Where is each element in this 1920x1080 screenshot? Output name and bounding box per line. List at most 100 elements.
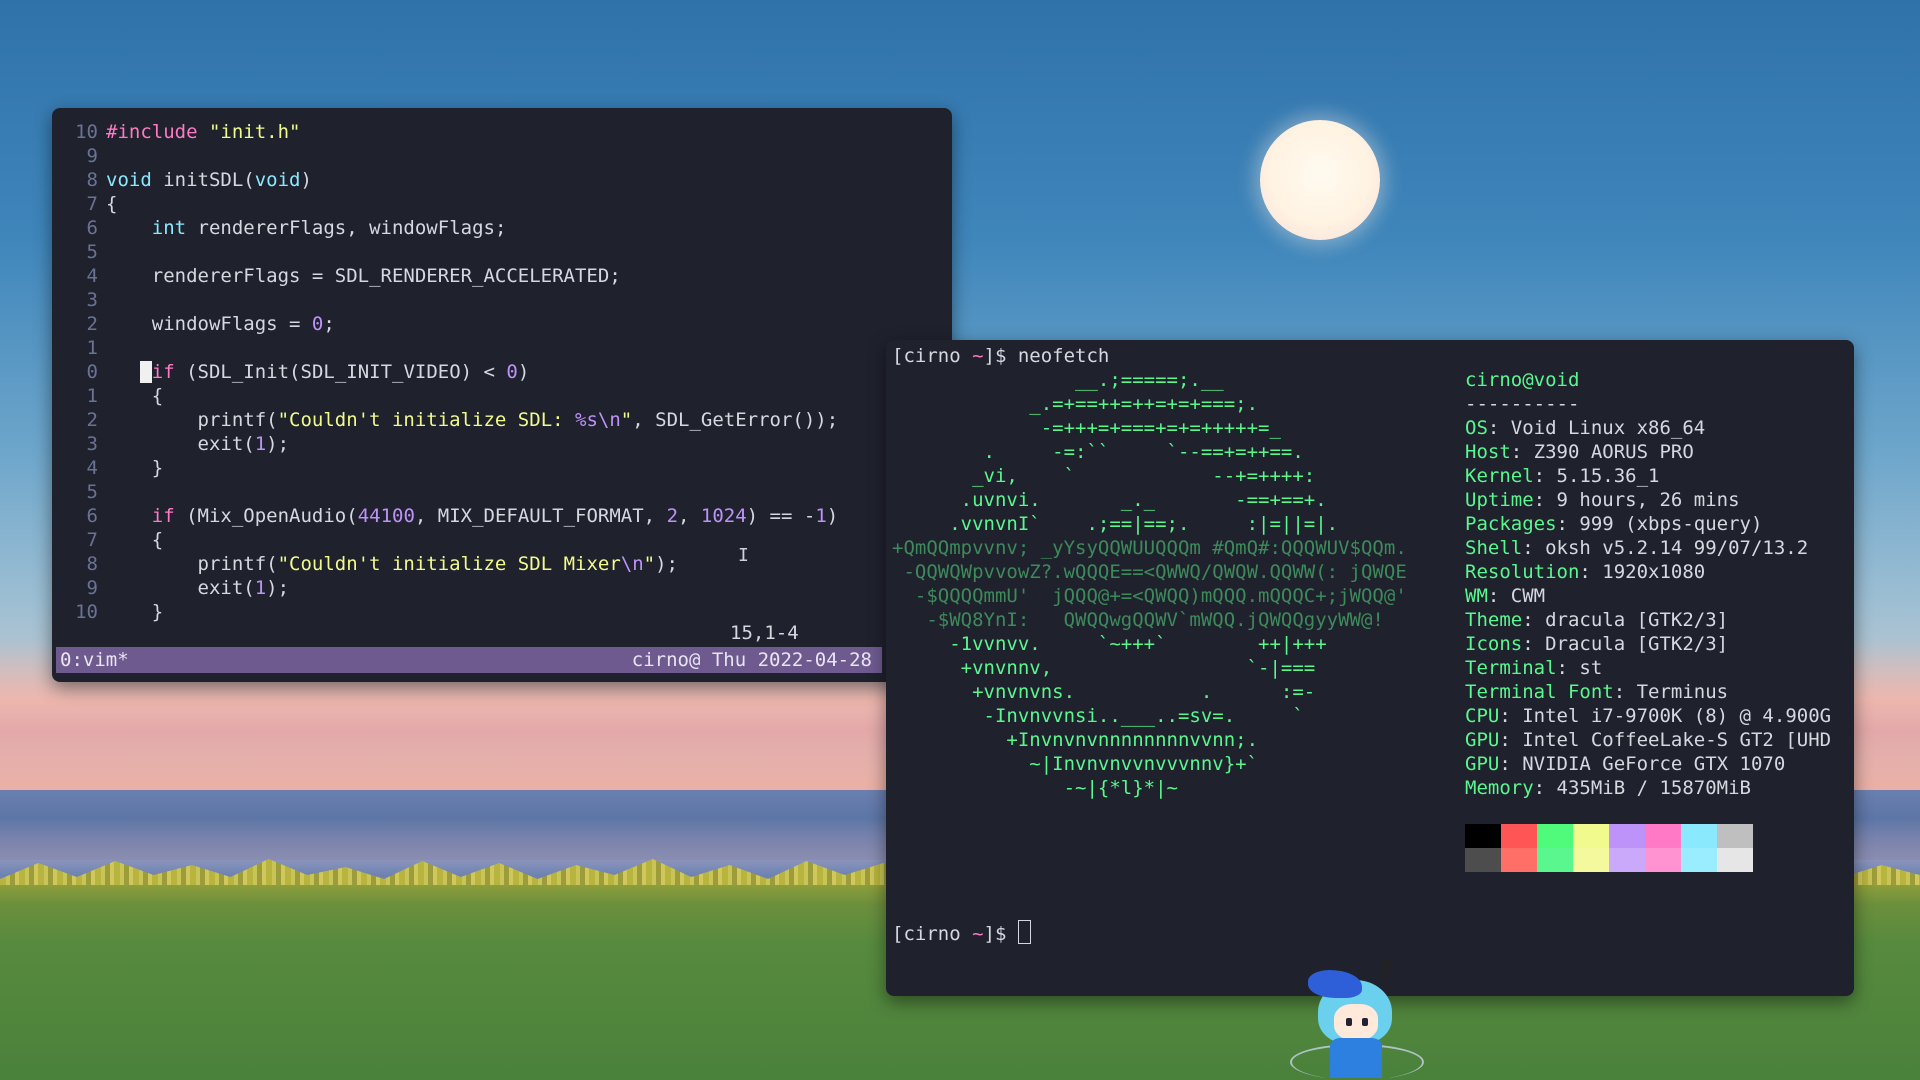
info-label: Icons	[1465, 633, 1523, 655]
info-label: Terminal	[1465, 657, 1557, 679]
info-row: Host: Z390 AORUS PRO	[1465, 441, 1694, 463]
info-row: Icons: Dracula [GTK2/3]	[1465, 633, 1729, 655]
info-value: NVIDIA GeForce GTX 1070	[1522, 753, 1786, 775]
line-number: 4	[86, 265, 98, 287]
line-number: 10	[75, 601, 98, 623]
line-number: 3	[86, 289, 98, 311]
line-number: 1	[86, 337, 98, 359]
line-number: 6	[86, 505, 98, 527]
info-label: Memory	[1465, 777, 1534, 799]
info-row: Uptime: 9 hours, 26 mins	[1465, 489, 1740, 511]
system-info: cirno@void ---------- OS: Void Linux x86_6…	[1465, 368, 1831, 800]
info-row: CPU: Intel i7-9700K (8) @ 4.900G	[1465, 705, 1832, 727]
info-row: Kernel: 5.15.36_1	[1465, 465, 1660, 487]
ascii-art-line: .uvnvi. _._ -==+==+.	[892, 489, 1327, 511]
line-number: 3	[86, 433, 98, 455]
code-line-19: printf("Couldn't initialize SDL Mixer\n"…	[106, 553, 679, 575]
info-label: Packages	[1465, 513, 1557, 535]
info-label: Uptime	[1465, 489, 1534, 511]
code-line-3: void initSDL(void)	[106, 169, 312, 191]
line-number: 5	[86, 241, 98, 263]
ascii-art-line: .vvnvnI` .;==|==;. :|=||=|.	[892, 513, 1339, 535]
info-label: GPU	[1465, 753, 1500, 775]
code-editor[interactable]: #include "init.h" void initSDL(void) { i…	[106, 120, 838, 624]
line-number: 4	[86, 457, 98, 479]
line-number: 10	[75, 121, 98, 143]
sun	[1260, 120, 1380, 240]
ascii-art-line: . -=:`` `--==+=++==.	[892, 441, 1304, 463]
info-value: 9 hours, 26 mins	[1556, 489, 1740, 511]
ascii-art-line: __.;=====;.__	[892, 369, 1224, 391]
mascot-eye	[1362, 1018, 1368, 1026]
info-label: WM	[1465, 585, 1488, 607]
info-row: Shell: oksh v5.2.14 99/07/13.2	[1465, 537, 1809, 559]
line-number: 5	[86, 481, 98, 503]
line-number: 2	[86, 313, 98, 335]
info-label: CPU	[1465, 705, 1500, 727]
info-value: 5.15.36_1	[1556, 465, 1660, 487]
cirno-mascot: ?	[1290, 956, 1424, 1080]
mascot-face	[1334, 1004, 1378, 1040]
code-line-18: {	[106, 529, 164, 551]
info-value: Intel i7-9700K (8) @ 4.900G	[1522, 705, 1832, 727]
line-number: 0	[86, 361, 98, 383]
code-line-11: if (SDL_Init(SDL_INIT_VIDEO) < 0)	[106, 361, 529, 383]
ascii-art-line: +Invnvnvnnnnnnnnvvnn;.	[892, 729, 1259, 751]
ascii-art-line: -$WQ8YnI: QWQQwgQQWV`mWQQ.jQWQQgyyWW@!	[892, 609, 1384, 631]
code-line-4: {	[106, 193, 118, 215]
ascii-art-line: _vi, ` --+=++++:	[892, 465, 1316, 487]
text-cursor-icon: I	[738, 545, 749, 566]
info-value: Intel CoffeeLake-S GT2 [UHD	[1522, 729, 1832, 751]
tmux-window-tab[interactable]: 0:vim*	[60, 648, 129, 672]
ascii-art-line: -$QQQQmmU' jQQQ@+=<QWQQ)mQQQ.mQQQC+;jWQQ…	[892, 585, 1407, 607]
code-line-1: #include "init.h"	[106, 121, 301, 143]
color-swatch	[1501, 824, 1537, 872]
tmux-status-right: cirno@ Thu 2022-04-28	[631, 649, 872, 671]
code-line-21: }	[106, 601, 164, 623]
line-number: 7	[86, 193, 98, 215]
mascot-dress	[1330, 1038, 1382, 1078]
mascot-bow	[1308, 970, 1362, 998]
neofetch-terminal-window[interactable]: [cirno ~]$ neofetch __.;=====;.__ _.=+==…	[886, 340, 1854, 996]
ascii-art-line: -QQWQWpvvowZ?.wQQQE==<QWWQ/QWQW.QQWW(: j…	[892, 561, 1407, 583]
block-cursor	[1017, 920, 1031, 944]
info-label: Theme	[1465, 609, 1523, 631]
info-value: 999 (xbps-query)	[1579, 513, 1763, 535]
shell-prompt[interactable]: [cirno ~]$	[892, 920, 1031, 946]
info-label: Resolution	[1465, 561, 1580, 583]
color-swatch	[1717, 824, 1753, 872]
text-cursor	[140, 361, 152, 383]
command-text: neofetch	[1017, 345, 1110, 367]
info-row: Packages: 999 (xbps-query)	[1465, 513, 1763, 535]
info-label: GPU	[1465, 729, 1500, 751]
line-number-gutter: 10 9 8 7 6 5 4 3 2 1 0 1 2 3 4 5 6 7 8 9 10	[52, 120, 98, 624]
ascii-art-line: -Invnvvnsi..___..=sv=. `	[892, 705, 1304, 727]
color-swatch	[1573, 824, 1609, 872]
ascii-art-line: ~|Invnvnvvnvvvnnv}+`	[892, 753, 1259, 775]
vim-terminal-window[interactable]: 10 9 8 7 6 5 4 3 2 1 0 1 2 3 4 5 6 7 8 9 10 #include "init.h…	[52, 108, 952, 682]
ascii-art-line: +vnvnvns. . :=-	[892, 681, 1316, 703]
info-row: WM: CWM	[1465, 585, 1546, 607]
info-row: OS: Void Linux x86_64	[1465, 417, 1706, 439]
info-value: Terminus	[1636, 681, 1729, 703]
color-swatch	[1645, 824, 1681, 872]
ascii-art-line: -=+++=+===+=+=+++++=_	[892, 417, 1281, 439]
info-row: Memory: 435MiB / 15870MiB	[1465, 777, 1751, 799]
line-number: 7	[86, 529, 98, 551]
info-row: Terminal Font: Terminus	[1465, 681, 1729, 703]
line-number: 6	[86, 217, 98, 239]
line-number: 8	[86, 553, 98, 575]
info-row: Terminal: st	[1465, 657, 1603, 679]
code-line-14: exit(1);	[106, 433, 290, 455]
void-ascii-logo: __.;=====;.__ _.=+==++=++=+=+===;. -=+++…	[892, 368, 1407, 800]
info-label: Terminal Font	[1465, 681, 1614, 703]
info-value: dracula [GTK2/3]	[1545, 609, 1729, 631]
ascii-art-line: +vnvnnv, `-|===	[892, 657, 1316, 679]
info-label: Shell	[1465, 537, 1523, 559]
info-row: Resolution: 1920x1080	[1465, 561, 1706, 583]
color-palette	[1465, 824, 1753, 872]
info-label: Kernel	[1465, 465, 1534, 487]
line-number: 9	[86, 145, 98, 167]
info-label: OS	[1465, 417, 1488, 439]
color-swatch	[1537, 824, 1573, 872]
